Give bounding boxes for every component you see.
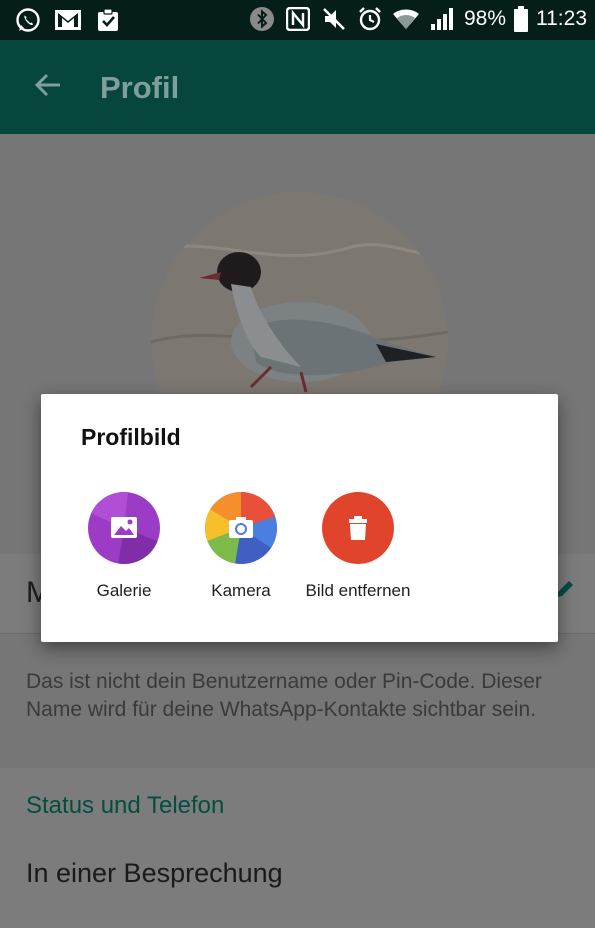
wifi-icon — [392, 6, 420, 32]
mute-icon — [320, 6, 348, 32]
arrow-left-icon — [34, 71, 62, 104]
gallery-label: Galerie — [96, 581, 152, 600]
status-bar: 98% 11:23 — [0, 0, 595, 40]
profile-photo-dialog: Profilbild Galerie Kamera Bild entfernen — [41, 394, 558, 642]
remove-photo-option[interactable]: Bild entfernen — [303, 492, 413, 602]
gmail-icon — [54, 7, 82, 33]
battery-percent: 98% — [463, 7, 506, 30]
camera-icon — [205, 492, 277, 564]
gallery-option[interactable]: Galerie — [69, 492, 179, 602]
page-title: Profil — [100, 70, 180, 105]
alarm-icon — [356, 6, 384, 32]
clock: 11:23 — [536, 7, 587, 30]
camera-option[interactable]: Kamera — [186, 492, 296, 602]
gallery-icon — [88, 492, 160, 564]
clipboard-check-icon — [94, 7, 122, 33]
trash-icon — [322, 492, 394, 564]
status-heading: Status und Telefon — [26, 792, 225, 819]
status-value[interactable]: In einer Besprechung — [26, 858, 283, 889]
dialog-title: Profilbild — [81, 424, 181, 450]
whatsapp-icon — [14, 7, 42, 33]
bluetooth-icon — [248, 6, 276, 32]
app-bar: Profil — [0, 40, 595, 134]
back-button[interactable] — [20, 65, 76, 109]
status-section: Status und Telefon In einer Besprechung — [0, 768, 595, 928]
remove-photo-label: Bild entfernen — [305, 581, 411, 600]
nfc-icon — [284, 6, 312, 32]
name-hint-area: Das ist nicht dein Benutzername oder Pin… — [0, 634, 595, 768]
camera-label: Kamera — [211, 581, 271, 600]
name-hint-text: Das ist nicht dein Benutzername oder Pin… — [26, 670, 542, 721]
battery-icon — [514, 6, 528, 32]
signal-icon — [428, 6, 456, 32]
